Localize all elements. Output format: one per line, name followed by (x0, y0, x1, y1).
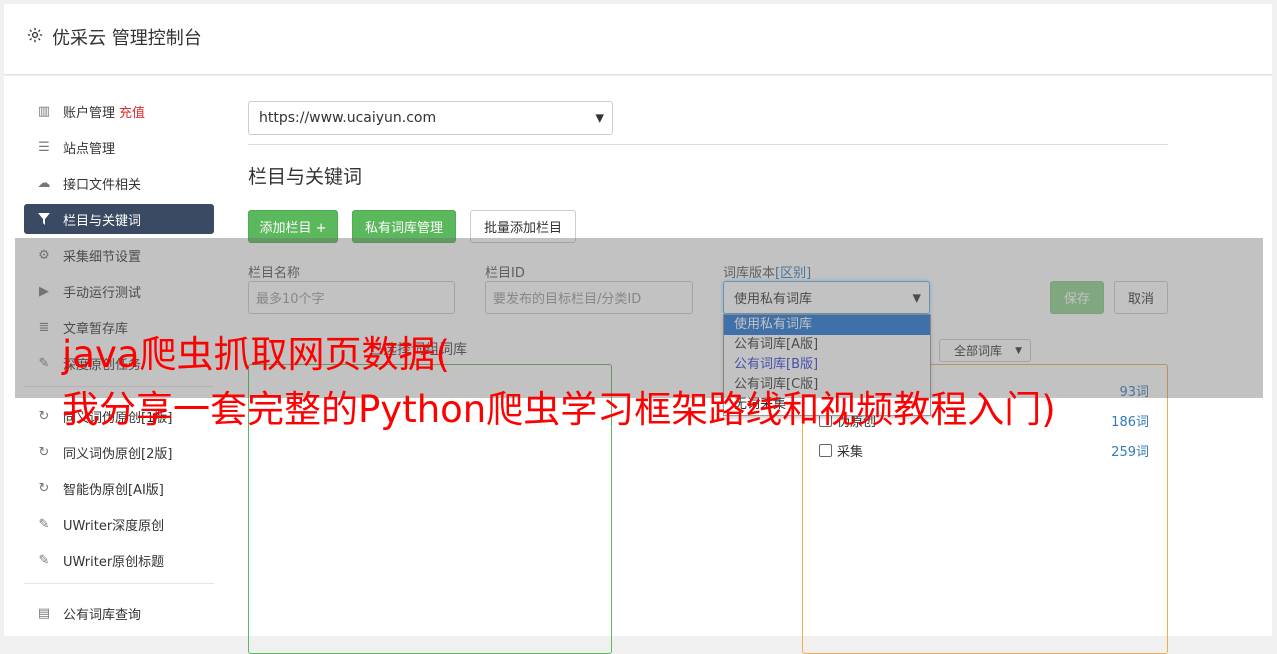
sidebar-item-columns-keywords[interactable]: 栏目与关键词 (24, 204, 214, 234)
cloud-upload-icon: ☁ (37, 175, 51, 191)
list-item-label: 采集 (837, 445, 864, 460)
filter-icon (35, 210, 53, 228)
bar-chart-icon: ▥ (37, 103, 51, 119)
sidebar-divider (24, 583, 214, 584)
refresh-icon: ↻ (38, 444, 50, 460)
headline-line-1: java爬虫抓取网页数据( (62, 333, 450, 376)
sidebar-item-label: 接口文件相关 (63, 177, 142, 193)
sidebar-item-uwriter-title[interactable]: ✎ UWriter原创标题 (24, 545, 214, 575)
sidebar-item-api-files[interactable]: ☁ 接口文件相关 (24, 168, 214, 198)
server-icon: ☰ (38, 139, 50, 155)
sidebar-item-synonym-v2[interactable]: ↻ 同义词伪原创[2版] (24, 437, 214, 467)
top-bar: 优采云 管理控制台 (4, 4, 1272, 75)
sidebar-item-label: 栏目与关键词 (63, 213, 142, 229)
edit-icon: ✎ (38, 516, 50, 532)
divider (248, 144, 1168, 145)
sidebar-item-sites[interactable]: ☰ 站点管理 (24, 132, 214, 162)
sidebar-item-label: 账户管理 (63, 105, 116, 121)
word-count: 259词 (1111, 445, 1149, 460)
sidebar-item-label: UWriter深度原创 (63, 518, 165, 534)
recharge-link[interactable]: 充值 (119, 106, 145, 121)
chevron-down-icon: ▼ (595, 111, 604, 125)
sidebar-item-label: UWriter原创标题 (63, 554, 165, 570)
book-icon: ▤ (37, 605, 51, 621)
overlay-headline: java爬虫抓取网页数据( 我分享一套完整的Python爬虫学习框架路线和视频教… (62, 327, 1056, 437)
sidebar-item-label: 同义词伪原创[2版] (63, 446, 173, 462)
sidebar-item-label: 公有词库查询 (63, 607, 142, 623)
app-title-text: 优采云 管理控制台 (52, 28, 202, 49)
refresh-icon: ↻ (38, 480, 50, 496)
sidebar-item-label: 智能伪原创[AI版] (63, 482, 164, 498)
gear-icon (26, 26, 44, 49)
sidebar-item-account[interactable]: ▥ 账户管理 充值 (24, 96, 214, 126)
site-select-value: https://www.ucaiyun.com (259, 110, 437, 126)
page-title: 栏目与关键词 (248, 166, 363, 188)
word-count: 186词 (1111, 415, 1149, 430)
sidebar-item-public-lib-query[interactable]: ▤ 公有词库查询 (24, 598, 214, 628)
headline-line-2: 我分享一套完整的Python爬虫学习框架路线和视频教程入门) (62, 388, 1056, 431)
app-title: 优采云 管理控制台 (26, 24, 202, 50)
sidebar-item-uwriter-deep[interactable]: ✎ UWriter深度原创 (24, 509, 214, 539)
list-item[interactable]: 采集 259词 (819, 441, 1149, 460)
refresh-icon: ↻ (38, 408, 50, 424)
sidebar-item-ai-rewrite[interactable]: ↻ 智能伪原创[AI版] (24, 473, 214, 503)
sidebar-item-label: 站点管理 (63, 141, 116, 157)
site-select[interactable]: https://www.ucaiyun.com ▼ (248, 101, 613, 135)
checkbox[interactable] (819, 444, 832, 457)
edit-icon: ✎ (38, 552, 50, 568)
